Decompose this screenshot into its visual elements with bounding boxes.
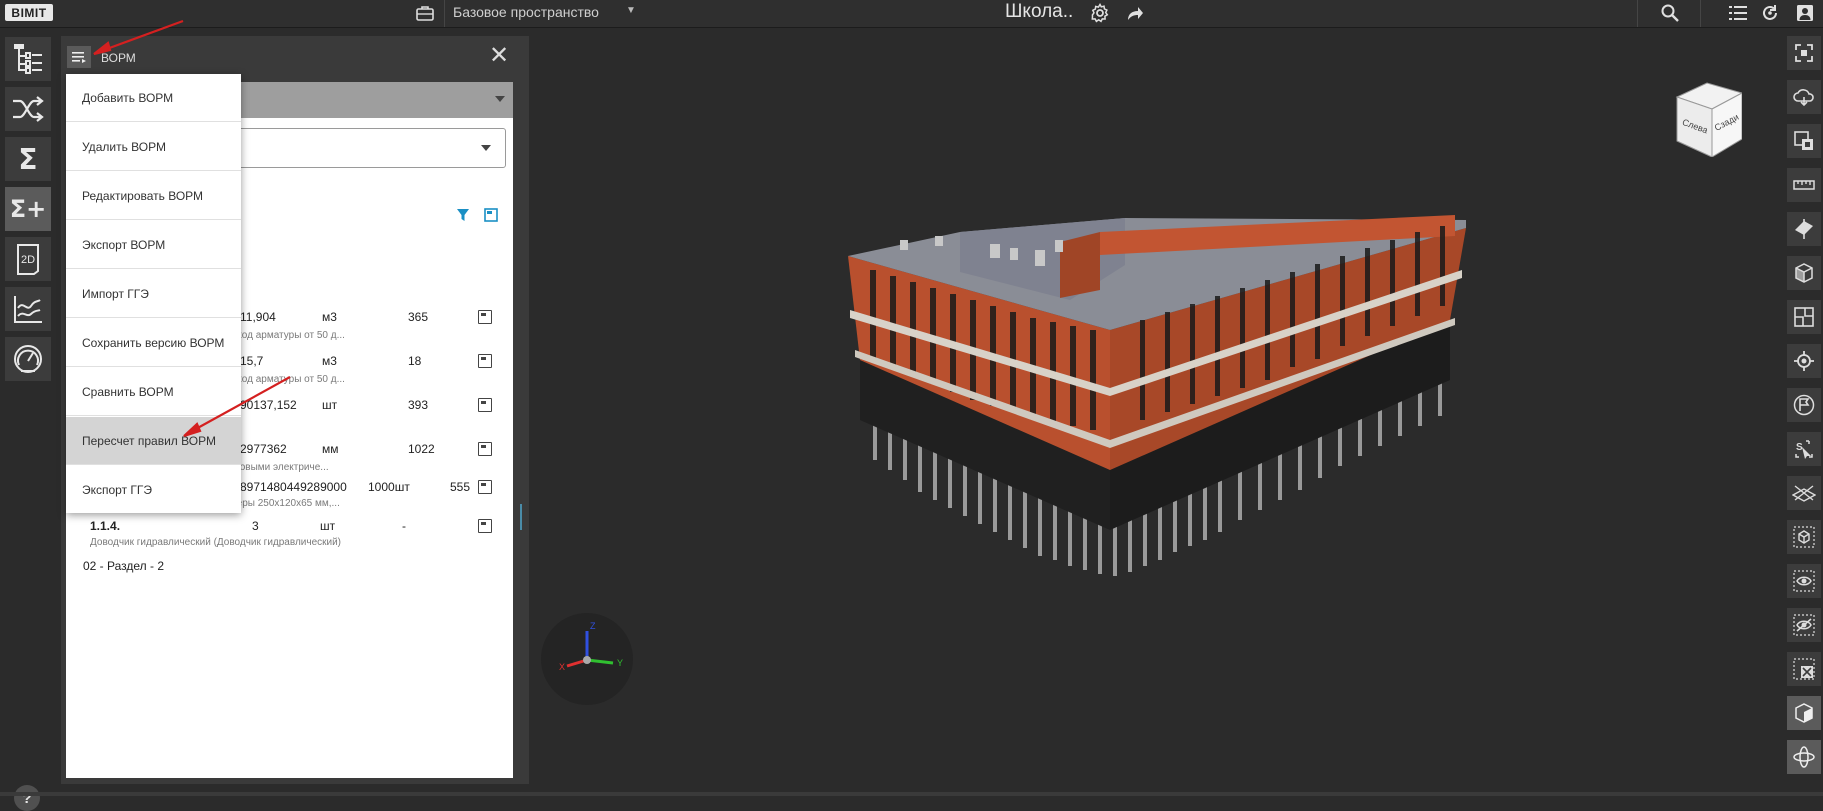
share-icon[interactable]	[1123, 2, 1147, 24]
focus-icon[interactable]	[1787, 36, 1821, 70]
space-select[interactable]: Базовое пространство	[453, 4, 599, 20]
menu-item-import-gge[interactable]: Импорт ГГЭ	[66, 270, 241, 318]
user-icon[interactable]	[1793, 2, 1817, 24]
menu-item-save-version[interactable]: Сохранить версию ВОРМ	[66, 319, 241, 367]
close-icon[interactable]: ✕	[489, 43, 509, 69]
table-row[interactable]: 1.1.4. 3 шт - Доводчик гидравлический (Д…	[66, 519, 513, 563]
panel-title: ВОРМ	[101, 51, 136, 65]
divider	[1637, 0, 1638, 27]
menu-item-export-gge[interactable]: Экспорт ГГЭ	[66, 466, 241, 514]
row-count: 365	[408, 310, 429, 324]
axis-gizmo[interactable]: Z Y X	[541, 613, 633, 705]
menu-item-delete[interactable]: Удалить ВОРМ	[66, 123, 241, 171]
row-quantity: 8971480449289000	[240, 480, 347, 494]
row-unit: м3	[322, 310, 337, 324]
menu-icon[interactable]	[67, 46, 91, 68]
help-button[interactable]: ?	[14, 785, 40, 811]
row-quantity: 11,904	[240, 310, 276, 324]
cut-plane-icon[interactable]	[1787, 212, 1821, 246]
cube-sections-icon[interactable]	[1787, 256, 1821, 290]
row-unit: м3	[322, 354, 337, 368]
row-count: 18	[408, 354, 422, 368]
divider	[1700, 0, 1701, 27]
orbit-icon[interactable]	[1787, 740, 1821, 774]
top-bar: BIMIT Базовое пространство ▼ Школа..	[0, 0, 1823, 28]
chevron-down-icon[interactable]: ▼	[626, 5, 636, 16]
row-count: 1022	[408, 442, 435, 456]
row-count: 393	[408, 398, 429, 412]
row-unit: шт	[320, 519, 336, 533]
row-detail-icon[interactable]	[478, 398, 492, 412]
locate-icon[interactable]	[1787, 344, 1821, 378]
right-toolbar: S	[1783, 28, 1823, 796]
sigma-icon[interactable]: Σ	[5, 137, 51, 181]
vorm-actions-menu: Добавить ВОРМ Удалить ВОРМ Редактировать…	[66, 74, 241, 513]
chevron-down-icon	[495, 96, 505, 102]
row-quantity: 2977362	[240, 442, 287, 456]
section-header[interactable]: 02 - Раздел - 2	[83, 559, 164, 573]
scrollbar[interactable]	[520, 504, 522, 530]
row-detail-icon[interactable]	[478, 310, 492, 324]
row-unit: мм	[322, 442, 339, 456]
clear-selection-icon[interactable]	[1787, 652, 1821, 686]
row-count: -	[402, 519, 406, 533]
status-strip	[0, 792, 1823, 796]
axis-z-label: Z	[590, 621, 596, 631]
2d-drawing-icon[interactable]: 2D	[5, 237, 51, 281]
row-unit: шт	[322, 398, 338, 412]
svg-text:S: S	[1796, 442, 1803, 453]
search-icon[interactable]	[1658, 2, 1682, 24]
row-code: 1.1.4.	[90, 519, 121, 533]
ruler-icon[interactable]	[1787, 168, 1821, 202]
view-cube[interactable]: Слева Сзади	[1672, 81, 1744, 158]
panel-layout-icon[interactable]	[484, 208, 498, 227]
menu-item-compare[interactable]: Сравнить ВОРМ	[66, 368, 241, 416]
gear-icon[interactable]	[1088, 2, 1112, 24]
row-quantity: 3	[252, 519, 259, 533]
filter-icon[interactable]	[456, 208, 470, 227]
row-detail-icon[interactable]	[478, 354, 492, 368]
chart-lines-icon[interactable]	[5, 287, 51, 331]
divider	[444, 0, 445, 27]
3d-viewport[interactable]	[540, 28, 1783, 796]
section-box-icon[interactable]	[1787, 124, 1821, 158]
row-count: 555	[450, 480, 471, 494]
project-title: Школа..	[1005, 1, 1074, 22]
show-icon[interactable]	[1787, 564, 1821, 598]
menu-item-edit[interactable]: Редактировать ВОРМ	[66, 172, 241, 220]
axis-x-label: X	[559, 662, 565, 672]
axis-y-label: Y	[617, 658, 623, 668]
row-unit: 1000шт	[368, 480, 410, 494]
row-quantity: 90137,152	[240, 398, 297, 412]
building-model[interactable]	[540, 28, 1783, 796]
smart-select-icon[interactable]: S	[1787, 432, 1821, 466]
shuffle-icon[interactable]	[5, 87, 51, 131]
menu-item-export[interactable]: Экспорт ВОРМ	[66, 221, 241, 269]
hide-icon[interactable]	[1787, 608, 1821, 642]
row-description: Доводчик гидравлический (Доводчик гидрав…	[90, 537, 342, 548]
list-icon[interactable]	[1726, 2, 1750, 24]
solid-view-icon[interactable]	[1787, 696, 1821, 730]
flag-icon[interactable]	[1787, 388, 1821, 422]
sigma-plus-icon[interactable]: Σ+	[5, 187, 51, 231]
floor-plan-icon[interactable]	[1787, 300, 1821, 334]
left-toolbar: Σ Σ+ 2D ?	[0, 28, 54, 811]
isolate-cube-icon[interactable]	[1787, 520, 1821, 554]
clear-sections-icon[interactable]	[1787, 476, 1821, 510]
menu-item-add[interactable]: Добавить ВОРМ	[66, 74, 241, 122]
menu-item-recalculate-rules[interactable]: Пересчет правил ВОРМ	[66, 417, 241, 465]
app-logo[interactable]: BIMIT	[5, 4, 53, 21]
row-detail-icon[interactable]	[478, 519, 492, 533]
row-detail-icon[interactable]	[478, 442, 492, 456]
cloud-icon[interactable]	[1787, 80, 1821, 114]
refresh-icon[interactable]	[1758, 2, 1782, 24]
tree-structure-icon[interactable]	[5, 37, 51, 81]
row-quantity: 15,7	[240, 354, 264, 368]
svg-text:2D: 2D	[21, 254, 35, 266]
chevron-down-icon	[481, 145, 491, 151]
row-detail-icon[interactable]	[478, 480, 492, 494]
briefcase-icon[interactable]	[414, 3, 436, 23]
gauge-icon[interactable]	[5, 337, 51, 381]
